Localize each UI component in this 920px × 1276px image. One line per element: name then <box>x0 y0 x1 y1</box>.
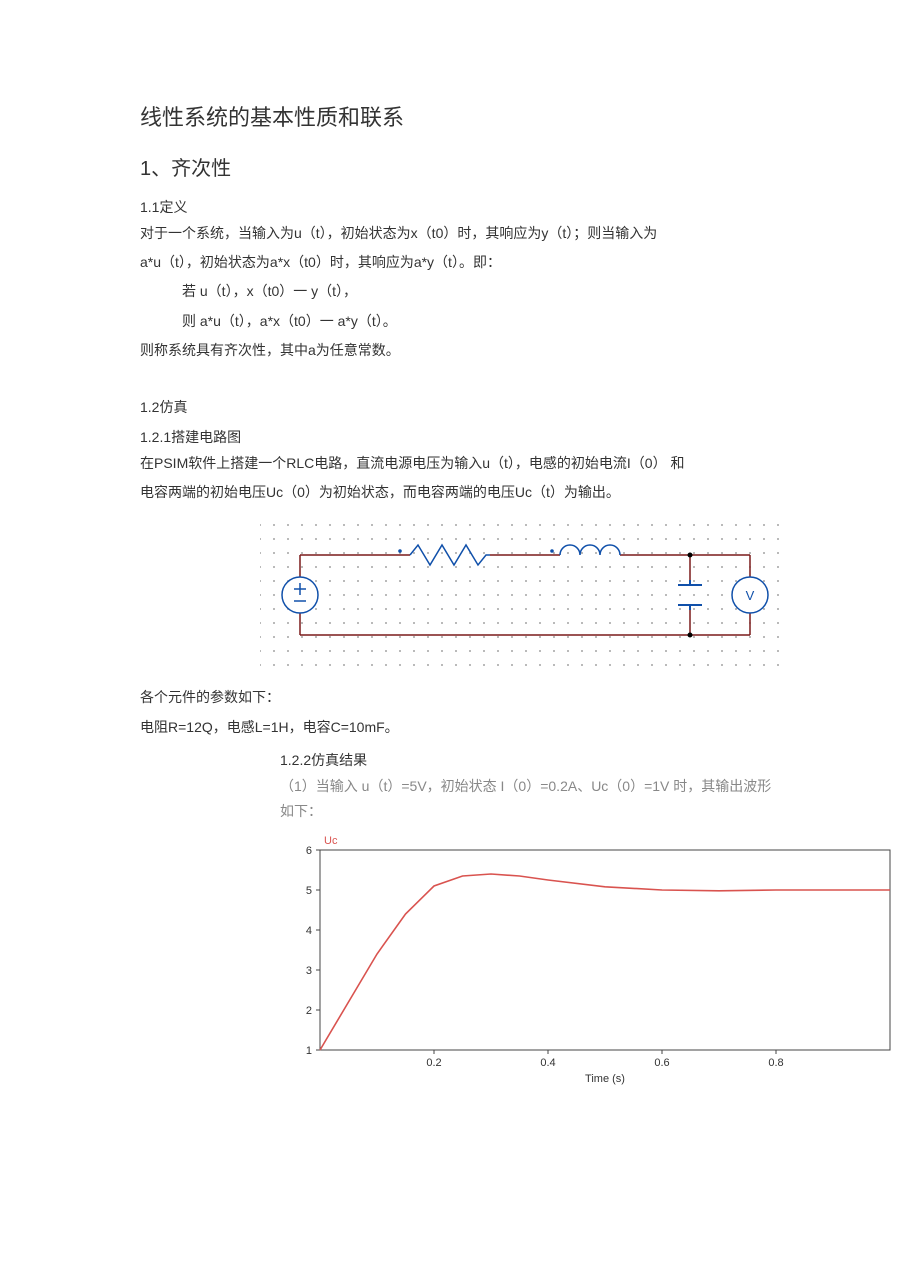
paragraph: （1）当输入 u（t）=5V，初始状态 I（0）=0.2A、Uc（0）=1V 时… <box>280 774 780 824</box>
paragraph: a*u（t），初始状态为a*x（t0）时，其响应为a*y（t）。即： <box>140 250 780 275</box>
paragraph: 对于一个系统，当输入为u（t），初始状态为x（t0）时，其响应为y（t）；则当输… <box>140 221 780 246</box>
paragraph: 则 a*u（t），a*x（t0）一 a*y（t）。 <box>140 309 780 334</box>
svg-text:0.4: 0.4 <box>540 1057 555 1069</box>
resistor-icon <box>410 545 490 565</box>
svg-text:Time (s): Time (s) <box>585 1073 625 1085</box>
svg-text:2: 2 <box>306 1005 312 1017</box>
svg-text:5: 5 <box>306 885 312 897</box>
svg-text:4: 4 <box>306 925 312 937</box>
circuit-svg: V <box>260 515 780 675</box>
inductor-icon <box>560 545 620 555</box>
capacitor-icon <box>678 580 702 610</box>
svg-text:0.2: 0.2 <box>426 1057 441 1069</box>
document-page: 线性系统的基本性质和联系 1、齐次性 1.1定义 对于一个系统，当输入为u（t）… <box>0 0 920 1130</box>
section-1-2-heading: 1.2仿真 <box>140 397 780 417</box>
svg-text:6: 6 <box>306 845 312 857</box>
section-1-2-1-heading: 1.2.1搭建电路图 <box>140 427 780 447</box>
svg-text:0.6: 0.6 <box>654 1057 669 1069</box>
paragraph: 若 u（t），x（t0）一 y（t）， <box>140 279 780 304</box>
paragraph: 电阻R=12Q，电感L=1H，电容C=10mF。 <box>140 715 780 740</box>
svg-text:V: V <box>746 588 755 603</box>
paragraph: 电容两端的初始电压Uc（0）为初始状态，而电容两端的电压Uc（t）为输出。 <box>140 480 780 505</box>
paragraph: 在PSIM软件上搭建一个RLC电路，直流电源电压为输入u（t），电感的初始电流I… <box>140 451 780 476</box>
svg-text:3: 3 <box>306 965 312 977</box>
section-1-1-heading: 1.1定义 <box>140 197 780 217</box>
svg-text:1: 1 <box>306 1045 312 1057</box>
voltmeter-icon: V <box>732 577 768 613</box>
section-1-2-2-heading: 1.2.2仿真结果 <box>280 750 780 770</box>
svg-text:0.8: 0.8 <box>768 1057 783 1069</box>
svg-text:Uc: Uc <box>324 835 338 847</box>
simulation-chart: 1 2 3 4 5 6 0.2 0.4 0.6 0.8 Time (s) Uc <box>280 830 780 1090</box>
page-title: 线性系统的基本性质和联系 <box>140 100 780 132</box>
section-1-heading: 1、齐次性 <box>140 152 780 181</box>
paragraph: 则称系统具有齐次性，其中a为任意常数。 <box>140 338 780 363</box>
dc-source-icon <box>282 577 318 613</box>
paragraph: 各个元件的参数如下： <box>140 685 780 710</box>
chart-svg: 1 2 3 4 5 6 0.2 0.4 0.6 0.8 Time (s) Uc <box>280 830 900 1090</box>
circuit-diagram: V <box>260 515 780 675</box>
